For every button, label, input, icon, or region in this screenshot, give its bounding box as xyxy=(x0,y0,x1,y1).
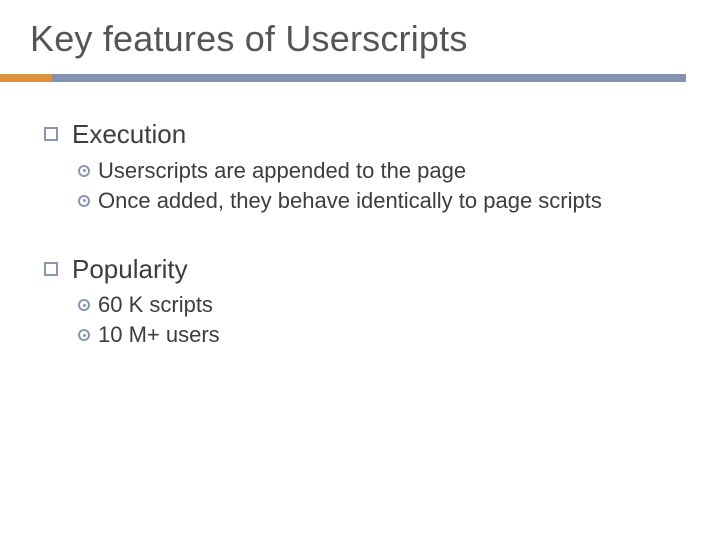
slide: Key features of Userscripts Execution Us… xyxy=(0,0,720,540)
square-bullet-icon xyxy=(44,127,58,141)
circle-bullet-icon xyxy=(78,165,90,177)
section-items: 60 K scripts 10 M+ users xyxy=(44,291,684,349)
underline-accent xyxy=(0,74,52,82)
list-item: Userscripts are appended to the page xyxy=(78,157,674,185)
title-underline xyxy=(0,74,686,82)
underline-main xyxy=(0,74,686,82)
section-heading: Execution xyxy=(44,118,684,151)
list-item: 10 M+ users xyxy=(78,321,674,349)
list-item: Once added, they behave identically to p… xyxy=(78,187,674,215)
list-item: 60 K scripts xyxy=(78,291,674,319)
section-heading-text: Popularity xyxy=(72,253,188,286)
list-item-text: 60 K scripts xyxy=(98,291,213,319)
list-item-text: Userscripts are appended to the page xyxy=(98,157,466,185)
circle-bullet-icon xyxy=(78,329,90,341)
spacer xyxy=(44,215,684,243)
section-heading-text: Execution xyxy=(72,118,186,151)
slide-title: Key features of Userscripts xyxy=(0,0,720,60)
list-item-text: Once added, they behave identically to p… xyxy=(98,187,602,215)
section-items: Userscripts are appended to the page Onc… xyxy=(44,157,684,215)
list-item-text: 10 M+ users xyxy=(98,321,220,349)
circle-bullet-icon xyxy=(78,299,90,311)
circle-bullet-icon xyxy=(78,195,90,207)
content-area: Execution Userscripts are appended to th… xyxy=(0,82,720,350)
square-bullet-icon xyxy=(44,262,58,276)
section-heading: Popularity xyxy=(44,253,684,286)
